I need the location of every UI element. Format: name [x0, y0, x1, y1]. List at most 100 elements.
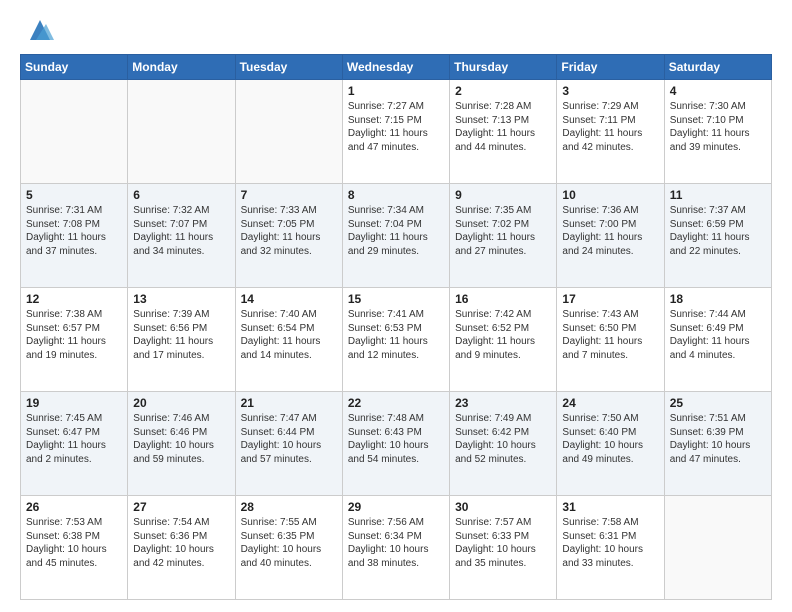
- day-number: 22: [348, 396, 444, 410]
- logo-icon: [26, 16, 54, 44]
- day-info: Sunrise: 7:54 AM Sunset: 6:36 PM Dayligh…: [133, 516, 229, 570]
- day-cell: 19 Sunrise: 7:45 AM Sunset: 6:47 PM Dayli…: [21, 392, 128, 496]
- day-number: 20: [133, 396, 229, 410]
- day-info: Sunrise: 7:42 AM Sunset: 6:52 PM Dayligh…: [455, 308, 551, 362]
- day-cell: 31 Sunrise: 7:58 AM Sunset: 6:31 PM Dayli…: [557, 496, 664, 600]
- week-row-5: 26 Sunrise: 7:53 AM Sunset: 6:38 PM Dayli…: [21, 496, 772, 600]
- day-cell: 1 Sunrise: 7:27 AM Sunset: 7:15 PM Daylig…: [342, 80, 449, 184]
- header-row: SundayMondayTuesdayWednesdayThursdayFrid…: [21, 55, 772, 80]
- day-number: 2: [455, 84, 551, 98]
- day-number: 24: [562, 396, 658, 410]
- day-cell: 13 Sunrise: 7:39 AM Sunset: 6:56 PM Dayli…: [128, 288, 235, 392]
- day-number: 31: [562, 500, 658, 514]
- day-info: Sunrise: 7:44 AM Sunset: 6:49 PM Dayligh…: [670, 308, 766, 362]
- day-cell: 3 Sunrise: 7:29 AM Sunset: 7:11 PM Daylig…: [557, 80, 664, 184]
- day-cell: 28Sunrise: 7:55 AM Sunset: 6:35 PM Dayli…: [235, 496, 342, 600]
- week-row-3: 12 Sunrise: 7:38 AM Sunset: 6:57 PM Dayli…: [21, 288, 772, 392]
- day-cell: 11Sunrise: 7:37 AM Sunset: 6:59 PM Dayli…: [664, 184, 771, 288]
- day-number: 17: [562, 292, 658, 306]
- day-number: 5: [26, 188, 122, 202]
- day-info: Sunrise: 7:46 AM Sunset: 6:46 PM Dayligh…: [133, 412, 229, 466]
- day-cell: 23 Sunrise: 7:49 AM Sunset: 6:42 PM Dayli…: [450, 392, 557, 496]
- week-row-4: 19 Sunrise: 7:45 AM Sunset: 6:47 PM Dayli…: [21, 392, 772, 496]
- col-header-wednesday: Wednesday: [342, 55, 449, 80]
- day-info: Sunrise: 7:45 AM Sunset: 6:47 PM Dayligh…: [26, 412, 122, 466]
- day-cell: [128, 80, 235, 184]
- day-info: Sunrise: 7:53 AM Sunset: 6:38 PM Dayligh…: [26, 516, 122, 570]
- day-number: 1: [348, 84, 444, 98]
- day-cell: 7 Sunrise: 7:33 AM Sunset: 7:05 PM Daylig…: [235, 184, 342, 288]
- day-number: 15: [348, 292, 444, 306]
- page: SundayMondayTuesdayWednesdayThursdayFrid…: [0, 0, 792, 612]
- calendar-table: SundayMondayTuesdayWednesdayThursdayFrid…: [20, 54, 772, 600]
- day-cell: [235, 80, 342, 184]
- day-cell: 22 Sunrise: 7:48 AM Sunset: 6:43 PM Dayli…: [342, 392, 449, 496]
- day-info: Sunrise: 7:31 AM Sunset: 7:08 PM Dayligh…: [26, 204, 122, 258]
- day-cell: 4Sunrise: 7:30 AM Sunset: 7:10 PM Daylig…: [664, 80, 771, 184]
- day-info: Sunrise: 7:47 AM Sunset: 6:44 PM Dayligh…: [241, 412, 337, 466]
- day-cell: 21 Sunrise: 7:47 AM Sunset: 6:44 PM Dayli…: [235, 392, 342, 496]
- day-cell: [664, 496, 771, 600]
- day-cell: 17 Sunrise: 7:43 AM Sunset: 6:50 PM Dayli…: [557, 288, 664, 392]
- day-number: 3: [562, 84, 658, 98]
- day-cell: 10 Sunrise: 7:36 AM Sunset: 7:00 PM Dayli…: [557, 184, 664, 288]
- day-number: 19: [26, 396, 122, 410]
- day-number: 13: [133, 292, 229, 306]
- week-row-2: 5 Sunrise: 7:31 AM Sunset: 7:08 PM Daylig…: [21, 184, 772, 288]
- day-cell: 25Sunrise: 7:51 AM Sunset: 6:39 PM Dayli…: [664, 392, 771, 496]
- logo: [20, 16, 54, 44]
- col-header-thursday: Thursday: [450, 55, 557, 80]
- week-row-1: 1 Sunrise: 7:27 AM Sunset: 7:15 PM Daylig…: [21, 80, 772, 184]
- day-info: Sunrise: 7:38 AM Sunset: 6:57 PM Dayligh…: [26, 308, 122, 362]
- day-number: 21: [241, 396, 337, 410]
- day-number: 10: [562, 188, 658, 202]
- day-info: Sunrise: 7:51 AM Sunset: 6:39 PM Dayligh…: [670, 412, 766, 466]
- day-number: 26: [26, 500, 122, 514]
- header: [20, 16, 772, 44]
- day-number: 18: [670, 292, 766, 306]
- day-number: 28: [241, 500, 337, 514]
- day-cell: 30Sunrise: 7:57 AM Sunset: 6:33 PM Dayli…: [450, 496, 557, 600]
- day-info: Sunrise: 7:48 AM Sunset: 6:43 PM Dayligh…: [348, 412, 444, 466]
- day-info: Sunrise: 7:50 AM Sunset: 6:40 PM Dayligh…: [562, 412, 658, 466]
- day-info: Sunrise: 7:56 AM Sunset: 6:34 PM Dayligh…: [348, 516, 444, 570]
- day-cell: 6Sunrise: 7:32 AM Sunset: 7:07 PM Daylig…: [128, 184, 235, 288]
- day-info: Sunrise: 7:49 AM Sunset: 6:42 PM Dayligh…: [455, 412, 551, 466]
- col-header-monday: Monday: [128, 55, 235, 80]
- day-info: Sunrise: 7:29 AM Sunset: 7:11 PM Dayligh…: [562, 100, 658, 154]
- day-cell: 24 Sunrise: 7:50 AM Sunset: 6:40 PM Dayli…: [557, 392, 664, 496]
- col-header-tuesday: Tuesday: [235, 55, 342, 80]
- col-header-saturday: Saturday: [664, 55, 771, 80]
- day-number: 16: [455, 292, 551, 306]
- day-info: Sunrise: 7:28 AM Sunset: 7:13 PM Dayligh…: [455, 100, 551, 154]
- day-cell: 18 Sunrise: 7:44 AM Sunset: 6:49 PM Dayli…: [664, 288, 771, 392]
- day-number: 8: [348, 188, 444, 202]
- day-cell: 27Sunrise: 7:54 AM Sunset: 6:36 PM Dayli…: [128, 496, 235, 600]
- day-info: Sunrise: 7:39 AM Sunset: 6:56 PM Dayligh…: [133, 308, 229, 362]
- col-header-friday: Friday: [557, 55, 664, 80]
- day-number: 14: [241, 292, 337, 306]
- day-info: Sunrise: 7:27 AM Sunset: 7:15 PM Dayligh…: [348, 100, 444, 154]
- day-cell: 15 Sunrise: 7:41 AM Sunset: 6:53 PM Dayli…: [342, 288, 449, 392]
- day-number: 4: [670, 84, 766, 98]
- day-cell: 16 Sunrise: 7:42 AM Sunset: 6:52 PM Dayli…: [450, 288, 557, 392]
- day-info: Sunrise: 7:57 AM Sunset: 6:33 PM Dayligh…: [455, 516, 551, 570]
- day-number: 7: [241, 188, 337, 202]
- day-info: Sunrise: 7:41 AM Sunset: 6:53 PM Dayligh…: [348, 308, 444, 362]
- day-number: 29: [348, 500, 444, 514]
- day-info: Sunrise: 7:37 AM Sunset: 6:59 PM Dayligh…: [670, 204, 766, 258]
- day-number: 12: [26, 292, 122, 306]
- day-info: Sunrise: 7:33 AM Sunset: 7:05 PM Dayligh…: [241, 204, 337, 258]
- day-cell: 12 Sunrise: 7:38 AM Sunset: 6:57 PM Dayli…: [21, 288, 128, 392]
- day-number: 6: [133, 188, 229, 202]
- day-number: 9: [455, 188, 551, 202]
- day-cell: 9 Sunrise: 7:35 AM Sunset: 7:02 PM Daylig…: [450, 184, 557, 288]
- day-number: 23: [455, 396, 551, 410]
- day-cell: 8Sunrise: 7:34 AM Sunset: 7:04 PM Daylig…: [342, 184, 449, 288]
- day-info: Sunrise: 7:58 AM Sunset: 6:31 PM Dayligh…: [562, 516, 658, 570]
- day-cell: 5 Sunrise: 7:31 AM Sunset: 7:08 PM Daylig…: [21, 184, 128, 288]
- day-info: Sunrise: 7:35 AM Sunset: 7:02 PM Dayligh…: [455, 204, 551, 258]
- day-info: Sunrise: 7:43 AM Sunset: 6:50 PM Dayligh…: [562, 308, 658, 362]
- day-cell: 14Sunrise: 7:40 AM Sunset: 6:54 PM Dayli…: [235, 288, 342, 392]
- day-info: Sunrise: 7:36 AM Sunset: 7:00 PM Dayligh…: [562, 204, 658, 258]
